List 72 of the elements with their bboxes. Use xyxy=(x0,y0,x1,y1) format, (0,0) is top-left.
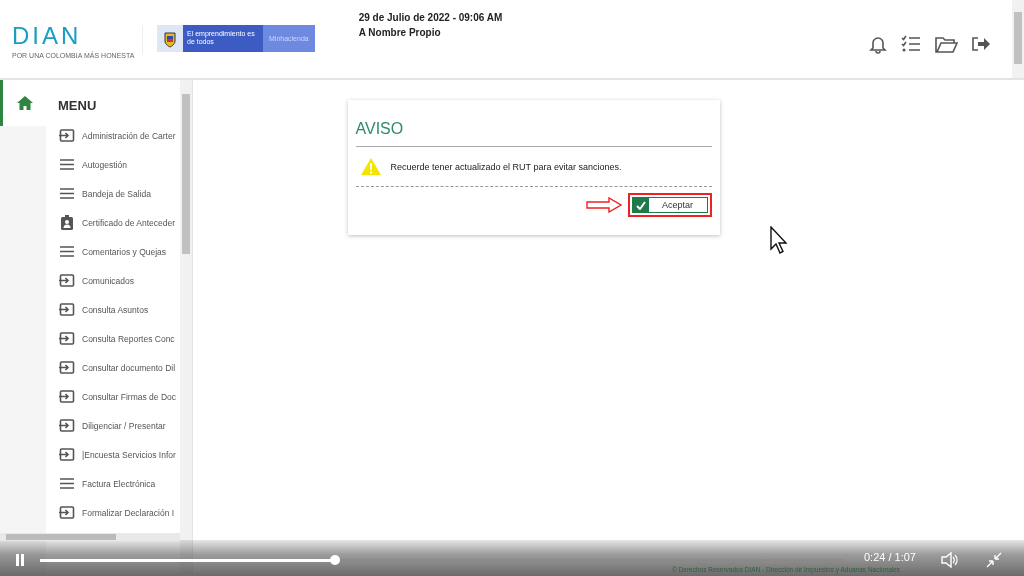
mouse-cursor-icon xyxy=(770,226,788,254)
list-icon xyxy=(59,244,75,259)
logout-icon[interactable] xyxy=(970,34,992,54)
enter-icon xyxy=(59,302,75,317)
menu-item[interactable]: Diligenciar / Presentar xyxy=(46,411,180,440)
menu-item-label: Formalizar Declaración I xyxy=(82,507,175,518)
shield-icon xyxy=(163,29,177,48)
date-time: 29 de Julio de 2022 - 09:06 AM xyxy=(358,12,503,23)
menu-item-label: Autogestión xyxy=(82,159,127,170)
id-badge-icon xyxy=(59,215,75,230)
bell-icon[interactable] xyxy=(868,34,888,54)
home-icon[interactable] xyxy=(15,95,34,111)
menu-item-label: Comentarios y Quejas xyxy=(82,246,167,257)
enter-icon xyxy=(59,418,75,433)
home-tab[interactable] xyxy=(0,80,46,126)
dialog-title: AVISO xyxy=(355,120,712,147)
menu-item[interactable]: Consulta Reportes Conc xyxy=(46,324,180,353)
logo: DIAN xyxy=(12,24,83,48)
list-icon xyxy=(59,476,75,491)
menu-item[interactable]: Certificado de Anteceder xyxy=(46,208,180,237)
menu-item-label: Consultar Firmas de Doc xyxy=(82,391,176,402)
menu-item[interactable]: Consultar documento Dil xyxy=(46,353,180,382)
accept-button[interactable]: Aceptar xyxy=(631,197,708,213)
time-display: 0:24 / 1:07 xyxy=(864,551,916,563)
scrollbar[interactable] xyxy=(0,533,180,541)
progress-bar[interactable] xyxy=(40,558,844,562)
enter-icon xyxy=(59,273,75,288)
list-icon xyxy=(59,186,75,201)
menu-item[interactable]: Consulta Asuntos xyxy=(46,295,180,324)
menu-item[interactable]: Bandeja de Salida xyxy=(46,179,180,208)
user-mode: A Nombre Propio xyxy=(358,27,442,38)
play-pause-button[interactable] xyxy=(14,553,26,567)
menu-item[interactable]: Comunicados xyxy=(46,266,180,295)
exit-fullscreen-button[interactable] xyxy=(986,552,1002,568)
menu-item-label: Certificado de Anteceder xyxy=(82,217,176,228)
speaker-icon xyxy=(940,552,958,568)
check-icon xyxy=(635,200,646,210)
menu-item-label: Consultar documento Dil xyxy=(82,362,176,373)
list-icon xyxy=(59,157,75,172)
enter-icon xyxy=(59,128,75,143)
menu-item[interactable]: Comentarios y Quejas xyxy=(46,237,180,266)
menu-item[interactable]: Formalizar Declaración I xyxy=(46,498,180,527)
progress-thumb[interactable] xyxy=(330,554,341,565)
enter-icon xyxy=(59,447,75,462)
menu-item[interactable]: Autogestión xyxy=(46,150,180,179)
pause-icon xyxy=(14,553,26,567)
arrow-icon xyxy=(585,197,622,213)
enter-icon xyxy=(59,505,75,520)
menu-item-label: |Encuesta Servicios Infor xyxy=(82,449,176,460)
menu-item-label: Consulta Asuntos xyxy=(82,304,149,315)
menu-item-label: Factura Electrónica xyxy=(82,478,156,489)
enter-icon xyxy=(59,360,75,375)
menu-item-label: Bandeja de Salida xyxy=(82,188,151,199)
menu-title: MENU xyxy=(57,97,98,115)
menu-item-label: Diligenciar / Presentar xyxy=(82,420,166,431)
scrollbar[interactable] xyxy=(180,80,192,574)
scrollbar[interactable] xyxy=(1012,0,1024,78)
menu-item[interactable]: Administración de Carter xyxy=(46,121,180,150)
volume-button[interactable] xyxy=(940,552,958,568)
menu-item-label: Administración de Carter xyxy=(82,130,176,141)
checklist-icon[interactable] xyxy=(900,34,922,54)
enter-icon xyxy=(59,331,75,346)
collapse-icon xyxy=(986,552,1002,568)
dialog-message: Recuerde tener actualizado el RUT para evitar sanciones. xyxy=(390,161,622,172)
menu-item-label: Comunicados xyxy=(82,275,134,286)
enter-icon xyxy=(59,389,75,404)
folder-icon[interactable] xyxy=(934,34,958,54)
warning-icon xyxy=(359,157,382,176)
menu-item[interactable]: Factura Electrónica xyxy=(46,469,180,498)
menu-item-label: Consulta Reportes Conc xyxy=(82,333,175,344)
menu-item[interactable]: |Encuesta Servicios Infor xyxy=(46,440,180,469)
menu-item[interactable]: Consultar Firmas de Doc xyxy=(46,382,180,411)
